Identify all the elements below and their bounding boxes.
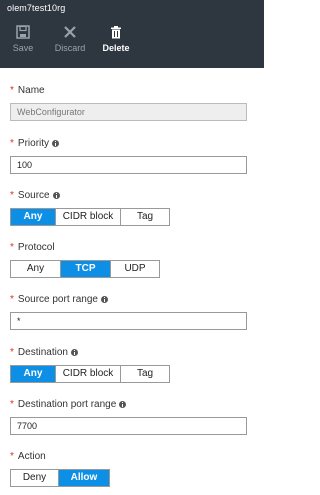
protocol-label: Protocol <box>17 242 55 253</box>
delete-label: Delete <box>102 43 130 53</box>
name-label: Name <box>17 85 45 96</box>
destination-port-label-row: * Destination port range <box>10 398 247 411</box>
blade-header: olem7test10rg Save Discard Delete <box>0 0 264 68</box>
discard-label: Discard <box>54 43 86 53</box>
name-field-group: * Name WebConfigurator <box>10 84 247 121</box>
protocol-selector: Any TCP UDP <box>10 260 160 278</box>
source-port-field[interactable]: * <box>10 312 247 330</box>
action-field-group: * Action Deny Allow <box>10 450 110 487</box>
required-marker: * <box>10 451 14 462</box>
action-label: Action <box>17 451 46 462</box>
destination-option-any[interactable]: Any <box>11 366 56 382</box>
destination-port-label: Destination port range <box>17 399 117 410</box>
destination-option-cidr[interactable]: CIDR block <box>56 366 121 382</box>
blade-title: olem7test10rg <box>7 3 66 13</box>
info-icon[interactable] <box>100 296 108 303</box>
destination-field-group: * Destination Any CIDR block Tag <box>10 346 170 383</box>
priority-field[interactable]: 100 <box>10 156 247 174</box>
destination-port-field[interactable]: 7700 <box>10 417 247 435</box>
destination-port-field-group: * Destination port range 7700 <box>10 398 247 435</box>
action-option-deny[interactable]: Deny <box>11 470 59 486</box>
source-label-row: * Source <box>10 189 170 202</box>
required-marker: * <box>10 399 14 410</box>
priority-label: Priority <box>17 138 50 149</box>
close-icon <box>63 23 77 41</box>
discard-button[interactable]: Discard <box>47 23 93 59</box>
source-option-tag[interactable]: Tag <box>121 209 169 225</box>
required-marker: * <box>10 242 14 253</box>
protocol-option-udp[interactable]: UDP <box>111 261 159 277</box>
source-port-label-row: * Source port range <box>10 293 247 306</box>
action-label-row: * Action <box>10 450 110 463</box>
destination-option-tag[interactable]: Tag <box>121 366 169 382</box>
source-selector: Any CIDR block Tag <box>10 208 170 226</box>
name-field[interactable]: WebConfigurator <box>10 103 247 121</box>
priority-field-group: * Priority 100 <box>10 137 247 174</box>
destination-selector: Any CIDR block Tag <box>10 365 170 383</box>
priority-label-row: * Priority <box>10 137 247 150</box>
action-option-allow[interactable]: Allow <box>59 470 109 486</box>
name-label-row: * Name <box>10 84 247 97</box>
action-selector: Deny Allow <box>10 469 110 487</box>
info-icon[interactable] <box>70 349 78 356</box>
protocol-field-group: * Protocol Any TCP UDP <box>10 241 160 278</box>
required-marker: * <box>10 138 14 149</box>
save-icon <box>16 23 30 41</box>
save-label: Save <box>12 43 34 53</box>
protocol-option-any[interactable]: Any <box>11 261 61 277</box>
destination-label-row: * Destination <box>10 346 170 359</box>
protocol-label-row: * Protocol <box>10 241 160 254</box>
source-field-group: * Source Any CIDR block Tag <box>10 189 170 226</box>
info-icon[interactable] <box>52 192 60 199</box>
delete-button[interactable]: Delete <box>95 23 137 59</box>
source-option-cidr[interactable]: CIDR block <box>56 209 121 225</box>
required-marker: * <box>10 85 14 96</box>
protocol-option-tcp[interactable]: TCP <box>61 261 111 277</box>
source-port-label: Source port range <box>17 294 98 305</box>
info-icon[interactable] <box>119 401 127 408</box>
source-option-any[interactable]: Any <box>11 209 56 225</box>
source-label: Source <box>17 190 50 201</box>
required-marker: * <box>10 347 14 358</box>
info-icon[interactable] <box>52 140 60 147</box>
required-marker: * <box>10 190 14 201</box>
save-button[interactable]: Save <box>3 23 43 59</box>
destination-label: Destination <box>17 347 68 358</box>
toolbar: Save Discard Delete <box>0 23 137 59</box>
trash-icon <box>110 23 122 41</box>
source-port-field-group: * Source port range * <box>10 293 247 330</box>
required-marker: * <box>10 294 14 305</box>
